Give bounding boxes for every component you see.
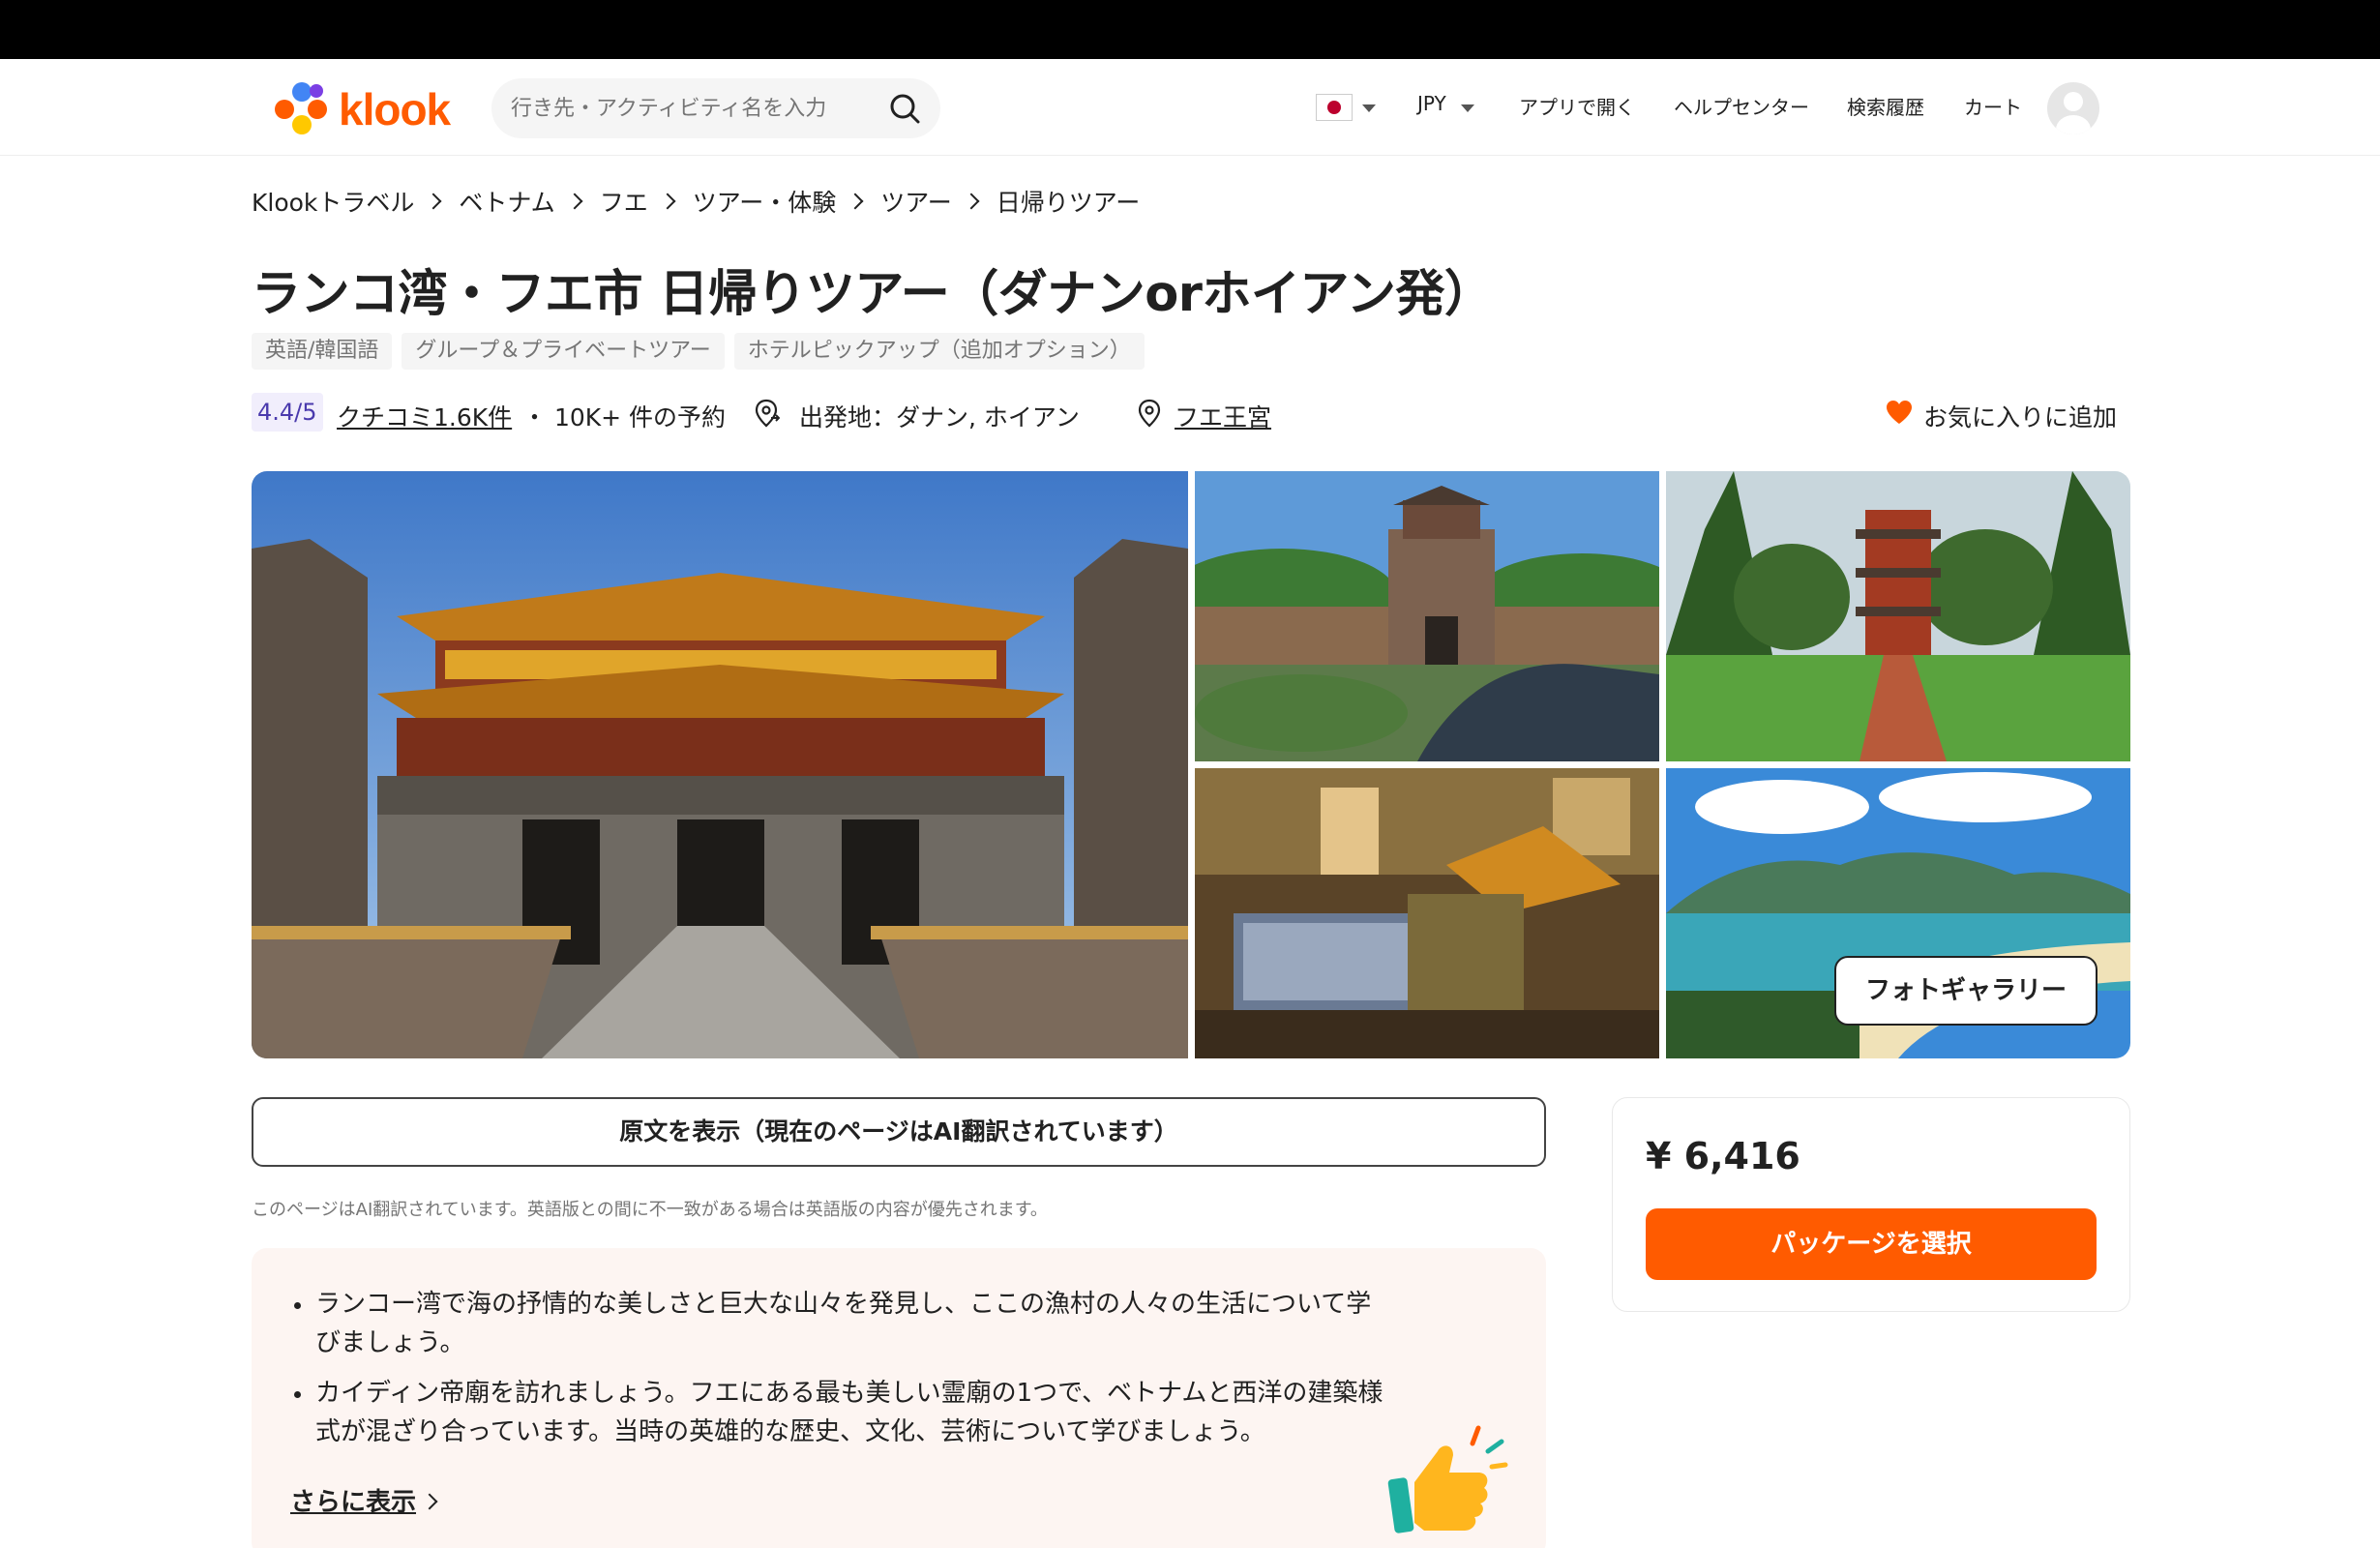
breadcrumb: Klookトラベル ベトナム フエ ツアー・体験 ツアー 日帰りツアー	[252, 184, 1140, 219]
cart-link[interactable]: カート	[1964, 92, 2022, 120]
breadcrumb-item[interactable]: ツアー	[880, 184, 952, 219]
browser-top-bar	[0, 0, 2380, 59]
tag-pickup: ホテルピックアップ（追加オプション）	[733, 333, 1145, 370]
klook-logo-icon	[275, 82, 329, 136]
thumbs-up-icon	[1387, 1425, 1508, 1533]
location-link[interactable]: フエ王宮	[1175, 399, 1271, 433]
gallery-photo-2[interactable]	[1195, 471, 1659, 761]
product-tags: 英語/韓国語 グループ＆プライベートツアー ホテルピックアップ（追加オプション）	[252, 333, 1145, 370]
chevron-right-icon	[847, 193, 864, 210]
klook-logo[interactable]: klook	[275, 82, 451, 136]
tag-tour-type: グループ＆プライベートツアー	[402, 333, 725, 370]
select-package-button[interactable]: パッケージを選択	[1646, 1208, 2097, 1280]
site-header: klook JPY アプリで開く ヘルプセンター 検索履歴 カート	[0, 59, 2380, 156]
tag-language: 英語/韓国語	[252, 333, 393, 370]
price: ¥ 6,416	[1646, 1135, 1800, 1177]
breadcrumb-item[interactable]: 日帰りツアー	[997, 184, 1141, 219]
chevron-down-icon[interactable]	[1461, 104, 1474, 112]
chevron-down-icon[interactable]	[1362, 104, 1376, 112]
chevron-right-icon[interactable]	[421, 1493, 438, 1510]
open-app-link[interactable]: アプリで開く	[1519, 92, 1635, 120]
chevron-right-icon	[566, 193, 583, 210]
show-more-link[interactable]: さらに表示	[290, 1482, 416, 1518]
chevron-right-icon	[425, 193, 442, 210]
bookings-count: ・ 10K+ 件の予約	[522, 403, 727, 432]
breadcrumb-item[interactable]: ベトナム	[459, 184, 554, 219]
highlights-panel: ランコー湾で海の抒情的な美しさと巨大な山々を発見し、ここの漁村の人々の生活につい…	[252, 1248, 1546, 1548]
photo-gallery-button[interactable]: フォトギャラリー	[1834, 956, 2097, 1026]
booking-card: ¥ 6,416 パッケージを選択	[1612, 1097, 2130, 1312]
search-history-link[interactable]: 検索履歴	[1847, 92, 1924, 120]
heart-icon[interactable]	[1885, 399, 1914, 426]
highlights-list: ランコー湾で海の抒情的な美しさと巨大な山々を発見し、ここの漁村の人々の生活につい…	[292, 1285, 1385, 1463]
highlight-item: カイディン帝廟を訪れましょう。フエにある最も美しい霊廟の1つで、ベトナムと西洋の…	[292, 1374, 1385, 1451]
search-icon[interactable]	[888, 92, 921, 125]
chevron-right-icon	[963, 193, 980, 210]
add-to-favorites[interactable]: お気に入りに追加	[1923, 399, 2117, 433]
highlight-item: ランコー湾で海の抒情的な美しさと巨大な山々を発見し、ここの漁村の人々の生活につい…	[292, 1285, 1385, 1362]
location-pin-icon	[1138, 399, 1161, 428]
gallery-photo-main[interactable]	[252, 471, 1188, 1058]
help-center-link[interactable]: ヘルプセンター	[1674, 92, 1809, 120]
product-meta: 4.4/5 クチコミ1.6K件 ・ 10K+ 件の予約 出発地：ダナン, ホイア…	[252, 391, 2132, 433]
departure-location: 出発地：ダナン, ホイアン	[799, 403, 1080, 432]
ai-translation-note: このページはAI翻訳されています。英語版との間に不一致がある場合は英語版の内容が…	[252, 1200, 1048, 1220]
search-bar[interactable]	[491, 78, 940, 138]
gallery-photo-3[interactable]	[1666, 471, 2130, 761]
currency-selector[interactable]: JPY	[1417, 92, 1446, 115]
breadcrumb-item[interactable]: Klookトラベル	[252, 184, 414, 219]
show-original-button[interactable]: 原文を表示（現在のページはAI翻訳されています）	[252, 1097, 1546, 1167]
breadcrumb-item[interactable]: フエ	[600, 184, 648, 219]
search-input[interactable]	[511, 78, 869, 138]
reviews-link[interactable]: クチコミ1.6K件	[337, 399, 512, 433]
language-flag-icon[interactable]	[1316, 94, 1353, 121]
gallery-photo-4[interactable]	[1195, 768, 1659, 1058]
rating-badge: 4.4/5	[252, 393, 323, 432]
departure-icon	[755, 399, 780, 428]
chevron-right-icon	[659, 193, 676, 210]
user-avatar[interactable]	[2047, 82, 2099, 134]
breadcrumb-item[interactable]: ツアー・体験	[693, 184, 837, 219]
logo-text: klook	[339, 84, 451, 134]
page-title: ランコ湾・フエ市 日帰りツアー（ダナンorホイアン発）	[252, 266, 1494, 323]
